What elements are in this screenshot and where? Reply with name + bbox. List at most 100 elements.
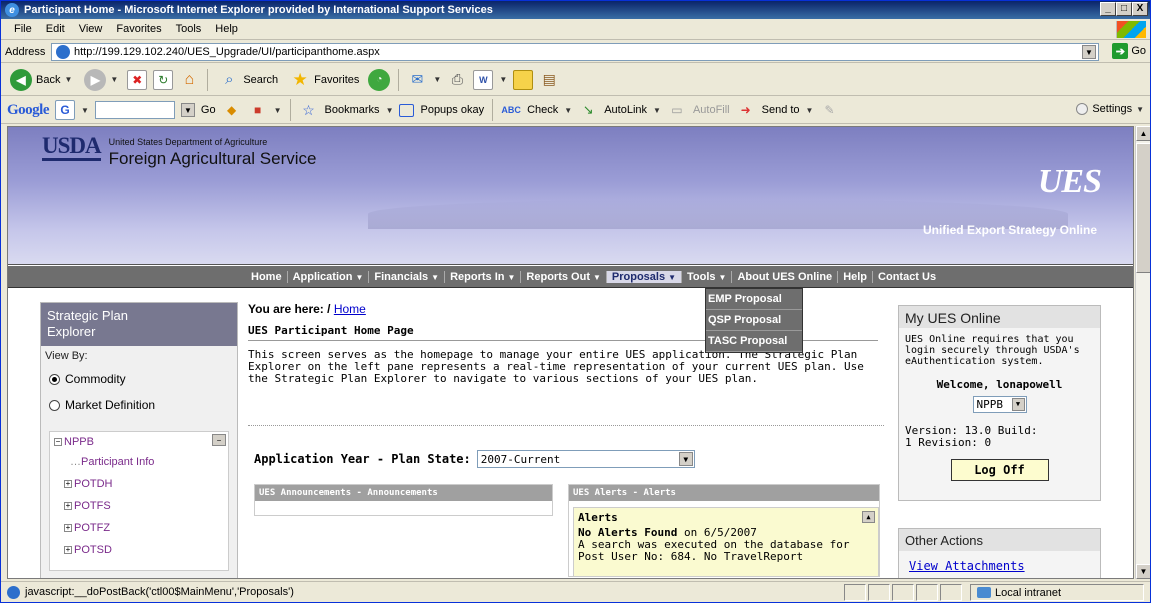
nav-reports-out[interactable]: Reports Out ▼ [521,270,607,283]
plan-state-label: Application Year - Plan State: [254,452,471,466]
tree-node-potfs[interactable]: + POTFS [64,500,111,512]
mail-dropdown-icon[interactable]: ▼ [433,75,441,84]
check-dropdown-icon[interactable]: ▼ [564,106,572,115]
menu-file[interactable]: File [7,23,39,35]
collapse-icon[interactable]: − [54,438,62,447]
back-button[interactable]: ◀ Back ▼ [7,67,75,93]
view-by-commodity-radio[interactable]: Commodity [41,366,237,392]
minimize-button[interactable]: _ [1100,2,1116,16]
back-dropdown-icon[interactable]: ▼ [64,75,72,84]
menu-tools[interactable]: Tools [169,23,209,35]
nav-proposals[interactable]: Proposals ▼ [606,270,683,283]
mail-icon[interactable]: ✉ [407,70,427,90]
breadcrumb-home-link[interactable]: Home [334,302,366,316]
nav-reports-in[interactable]: Reports In ▼ [445,270,522,283]
go-button[interactable]: ➔ Go [1112,43,1146,59]
nav-tools[interactable]: Tools ▼ [682,270,733,283]
status-panel [940,584,962,601]
log-off-button[interactable]: Log Off [950,459,1049,481]
edit-word-icon[interactable]: W [473,69,494,90]
stop-icon[interactable]: ✖ [127,69,148,90]
tree-node-nppb[interactable]: − NPPB [54,436,94,448]
organization-select[interactable]: NPPB ▼ [972,396,1027,413]
tree-scroll-up-icon[interactable]: − [212,434,226,446]
view-attachments-link[interactable]: View Attachments [899,551,1100,578]
google-go-button[interactable]: Go [201,104,216,116]
home-icon[interactable]: ⌂ [179,70,199,90]
forward-button[interactable]: ▶ ▼ [81,67,121,93]
nav-financials[interactable]: Financials ▼ [369,270,446,283]
nav-about[interactable]: About UES Online [732,270,839,283]
google-search-input[interactable] [94,101,175,119]
bookmark-star-icon: ☆ [302,101,315,118]
menu-item-qsp-proposal[interactable]: QSP Proposal [706,310,802,331]
favorites-label: Favorites [314,73,360,86]
autolink-icon: ↘ [582,102,594,117]
page-scrollbar[interactable]: ▲ ▼ [1135,126,1150,579]
scroll-up-icon[interactable]: ▲ [1136,126,1150,141]
autolink-button[interactable]: AutoLink [604,104,647,116]
google-logo: Google [7,101,50,118]
usda-logo[interactable]: USDA [42,134,102,161]
search-button[interactable]: ⌕ Search [216,68,281,92]
menu-help[interactable]: Help [208,23,245,35]
toolbar-separator [289,99,291,121]
menu-favorites[interactable]: Favorites [109,23,168,35]
plan-state-select[interactable]: 2007-Current ▼ [476,450,695,468]
nav-application[interactable]: Application ▼ [288,270,370,283]
edit-dropdown-icon[interactable]: ▼ [499,75,507,84]
my-ues-title: My UES Online [899,306,1100,328]
send-to-button[interactable]: Send to [762,104,800,116]
bookmarks-button[interactable]: Bookmarks [325,104,380,116]
autofill-button[interactable]: AutoFill [693,104,730,116]
google-g-button[interactable]: G [55,100,75,120]
nav-contact[interactable]: Contact Us [873,271,941,283]
expand-icon[interactable]: + [64,546,72,555]
title-bar: e Participant Home - Microsoft Internet … [1,1,1150,19]
tree-node-potfz[interactable]: + POTFZ [64,522,110,534]
news-icon[interactable]: ■ [248,100,268,120]
menu-view[interactable]: View [72,23,110,35]
google-menu-dropdown-icon[interactable]: ▼ [81,106,89,115]
nav-home[interactable]: Home [246,270,288,283]
close-button[interactable]: X [1132,2,1148,16]
expand-icon[interactable]: + [64,502,72,511]
other-actions-title: Other Actions [899,529,1100,551]
google-search-dropdown-icon[interactable]: ▼ [180,103,195,117]
media-icon[interactable]: ◔ [368,68,391,91]
menu-item-emp-proposal[interactable]: EMP Proposal [706,289,802,310]
favorites-button[interactable]: ★ Favorites [287,68,362,92]
expand-icon[interactable]: + [64,480,72,489]
settings-button[interactable]: Settings ▼ [1076,103,1144,115]
maximize-button[interactable]: □ [1116,2,1132,16]
ie-logo-icon: e [5,3,19,17]
scroll-up-icon[interactable]: ▲ [862,511,875,523]
forward-dropdown-icon[interactable]: ▼ [110,75,118,84]
expand-icon[interactable]: + [64,524,72,533]
highlighter-icon[interactable]: ✎ [819,100,839,120]
check-button[interactable]: Check [527,104,558,116]
autolink-dropdown-icon[interactable]: ▼ [653,106,661,115]
menu-edit[interactable]: Edit [39,23,72,35]
plan-state-row: Application Year - Plan State: 2007-Curr… [254,450,695,468]
address-input[interactable]: http://199.129.102.240/UES_Upgrade/UI/pa… [51,43,1099,61]
popups-button[interactable]: Popups okay [420,104,484,116]
nav-help[interactable]: Help [838,270,874,283]
send-to-dropdown-icon[interactable]: ▼ [806,106,814,115]
discuss-icon[interactable] [513,69,534,90]
pagerank-icon[interactable]: ◆ [222,100,242,120]
view-by-market-radio[interactable]: Market Definition [41,392,237,418]
bookmarks-dropdown-icon[interactable]: ▼ [386,106,394,115]
back-label: Back [36,73,61,86]
news-dropdown-icon[interactable]: ▼ [274,106,282,115]
refresh-icon[interactable]: ↻ [153,69,174,90]
tree-node-potsd[interactable]: + POTSD [64,544,112,556]
address-dropdown-icon[interactable]: ▼ [1082,45,1096,59]
research-icon[interactable]: ▤ [539,70,559,90]
tree-node-potdh[interactable]: + POTDH [64,478,113,490]
menu-item-tasc-proposal[interactable]: TASC Proposal [706,331,802,352]
scroll-down-icon[interactable]: ▼ [1136,564,1150,579]
print-icon[interactable]: ⎙ [447,70,467,90]
scroll-thumb[interactable] [1136,143,1150,273]
tree-node-participant-info[interactable]: …Participant Info [70,456,154,468]
